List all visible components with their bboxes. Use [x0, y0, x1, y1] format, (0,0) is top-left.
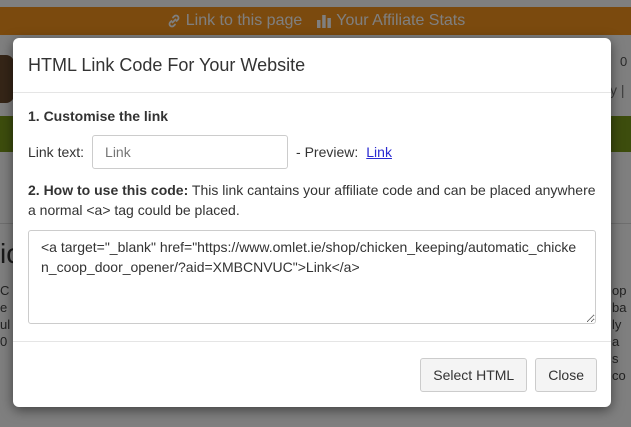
link-text-label: Link text: [28, 144, 85, 160]
link-text-input[interactable] [92, 135, 289, 169]
link-code-modal: HTML Link Code For Your Website 1. Custo… [13, 38, 611, 407]
modal-body: 1. Customise the link Link text: - Previ… [13, 93, 611, 343]
modal-header: HTML Link Code For Your Website [13, 38, 611, 93]
link-text-row: Link text: - Preview: Link [28, 135, 596, 169]
html-code-textarea[interactable]: <a target="_blank" href="https://www.oml… [28, 230, 596, 324]
select-html-button[interactable]: Select HTML [420, 357, 528, 392]
preview-link[interactable]: Link [366, 144, 392, 160]
close-button[interactable]: Close [535, 357, 597, 392]
usage-instructions: 2. How to use this code: This link canta… [28, 180, 596, 220]
preview-label: - Preview: [296, 144, 359, 160]
usage-heading: 2. How to use this code: [28, 182, 189, 198]
customise-heading: 1. Customise the link [28, 108, 169, 124]
modal-footer: Select HTML Close [13, 341, 611, 407]
modal-title: HTML Link Code For Your Website [28, 54, 306, 75]
